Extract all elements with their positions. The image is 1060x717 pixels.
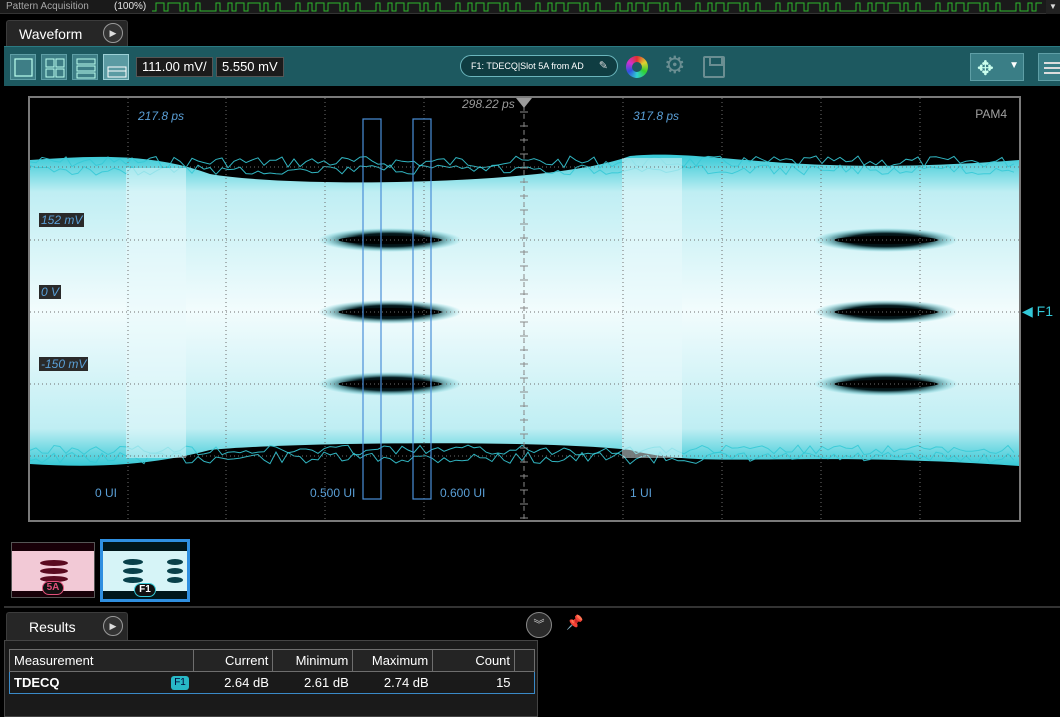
cell-current: 2.64 dB [193, 671, 273, 694]
f1-marker-label: F1 [1036, 303, 1053, 319]
source-badge: F1 [171, 676, 190, 690]
tab-results-label: Results [29, 619, 76, 635]
stacked-view-icon[interactable] [72, 54, 98, 80]
color-wheel-icon[interactable] [626, 56, 648, 78]
crossing-zone-left [126, 168, 186, 458]
ui-label-0: 0 UI [95, 486, 118, 500]
overlay-view-icon[interactable] [103, 54, 129, 80]
ui-label-1: 1 UI [630, 486, 653, 500]
tab-waveform-label: Waveform [19, 26, 83, 42]
gear-icon[interactable]: ⚙ [664, 53, 686, 79]
thumbnail-f1[interactable]: F1 [100, 539, 190, 602]
column-header-count[interactable]: Count [432, 649, 516, 672]
play-circle-icon[interactable]: ▶ [103, 616, 123, 636]
time-label-center: 298.22 ps [462, 97, 515, 111]
thumbnail-f1-badge: F1 [134, 583, 156, 597]
time-label-right: 317.8 ps [633, 109, 680, 123]
cell-spacer [514, 671, 535, 694]
crossing-zone-right [622, 158, 682, 458]
move-icon: ✥ [977, 58, 994, 80]
column-header-measurement[interactable]: Measurement [9, 649, 194, 672]
collapse-chevron-icon[interactable]: ︾ [526, 612, 552, 638]
waveform-toolbar: 111.00 mV/ 5.550 mV F1: TDECQ|Slot 5A fr… [4, 46, 1060, 86]
cell-count: 15 [432, 671, 515, 694]
results-panel: Measurement Current Minimum Maximum Coun… [4, 640, 538, 717]
cell-maximum: 2.74 dB [352, 671, 433, 694]
column-header-current[interactable]: Current [192, 649, 274, 672]
column-header-minimum[interactable]: Minimum [272, 649, 354, 672]
play-circle-icon[interactable]: ▶ [103, 23, 123, 43]
grid-view-icon[interactable] [41, 54, 67, 80]
vertical-offset-field[interactable]: 5.550 mV [216, 57, 284, 77]
column-header-maximum[interactable]: Maximum [352, 649, 434, 672]
time-label-left: 217.8 ps [138, 109, 185, 123]
pattern-trace [152, 2, 1042, 12]
cell-measurement: TDECQ F1 [9, 671, 194, 694]
ui-label-0-5: 0.500 UI [310, 486, 356, 500]
chevron-down-icon: ▼ [1009, 60, 1019, 71]
voltage-label-zero: 0 V [39, 285, 62, 299]
single-view-icon[interactable] [10, 54, 36, 80]
thumbnail-5a[interactable]: 5A [11, 542, 95, 598]
source-chip-label: F1: TDECQ|Slot 5A from AD [471, 61, 584, 71]
voltage-label-top: 152 mV [39, 213, 85, 227]
save-icon[interactable] [703, 56, 725, 78]
cell-minimum: 2.61 dB [272, 671, 353, 694]
pin-icon[interactable]: 📌 [566, 614, 583, 631]
source-chip[interactable]: F1: TDECQ|Slot 5A from AD ✎ [460, 55, 618, 77]
status-percent: (100%) [114, 1, 147, 12]
menu-icon[interactable] [1038, 53, 1060, 81]
measurement-name: TDECQ [14, 675, 60, 690]
status-label: Pattern Acquisition [6, 1, 89, 12]
mode-label: PAM4 [975, 107, 1007, 121]
tab-waveform[interactable]: Waveform ▶ [6, 20, 128, 46]
table-row[interactable]: TDECQ F1 2.64 dB 2.61 dB 2.74 dB 15 [9, 671, 535, 694]
pattern-acquisition-bar: Pattern Acquisition (100%) ▼ [0, 0, 1060, 14]
eye-diagram-plot[interactable]: 217.8 ps 298.22 ps 317.8 ps PAM4 152 mV … [28, 96, 1021, 522]
ui-label-0-6: 0.600 UI [440, 486, 486, 500]
edit-icon[interactable]: ✎ [599, 56, 608, 76]
status-dropdown-icon[interactable]: ▼ [1046, 0, 1060, 14]
eye-diagram-canvas [30, 98, 1019, 520]
column-header-spacer [514, 649, 535, 672]
panel-divider[interactable] [4, 606, 1060, 608]
tab-results[interactable]: Results ▶ [6, 612, 128, 640]
vertical-scale-field[interactable]: 111.00 mV/ [136, 57, 213, 77]
f1-level-marker[interactable]: ◀ F1 [1022, 303, 1053, 320]
move-button[interactable]: ✥ ▼ [970, 53, 1024, 81]
pattern-progress-strip [152, 2, 1042, 12]
voltage-label-bottom: -150 mV [39, 357, 89, 371]
results-table: Measurement Current Minimum Maximum Coun… [9, 649, 535, 694]
thumbnail-5a-badge: 5A [42, 581, 64, 595]
